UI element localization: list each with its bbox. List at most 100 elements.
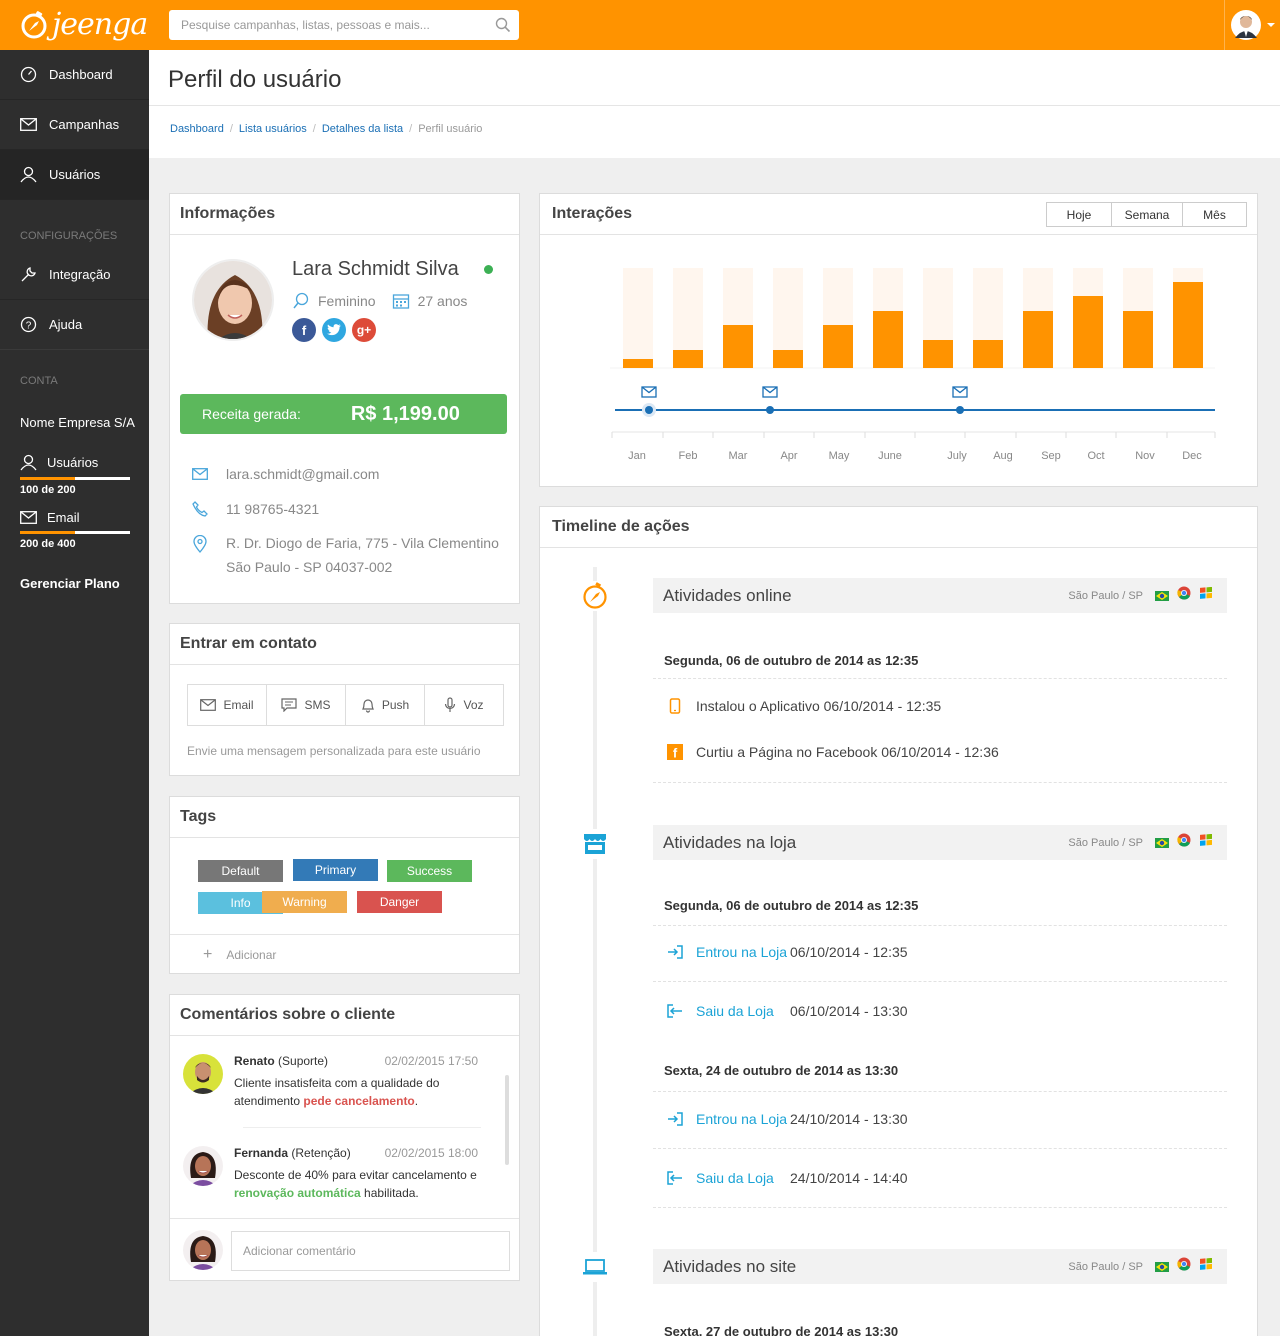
gender-search-icon	[293, 292, 309, 309]
tag-warning[interactable]: Warning	[262, 891, 347, 913]
interactions-panel: Interações Hoje Semana Mês Jan Feb Mar Apr M…	[539, 193, 1258, 487]
tick-label: Jan	[628, 450, 646, 462]
manage-plan-link[interactable]: Gerenciar Plano	[0, 576, 149, 591]
contact-panel: Entrar em contato Email SMS Push Voz Env…	[169, 623, 520, 776]
comment-date: 02/02/2015 18:00	[384, 1146, 478, 1160]
comment-input-row	[170, 1218, 519, 1280]
logo[interactable]: jeenga	[20, 9, 148, 41]
sidebar-item-label: Integração	[49, 267, 111, 282]
panel-title: Tags	[170, 797, 519, 838]
interactions-chart: Jan Feb Mar Apr May June July Aug Sep Oct Nov Dec	[610, 268, 1216, 462]
exit-icon	[666, 1171, 684, 1185]
tick-label: Feb	[679, 450, 698, 462]
bar-background	[623, 268, 653, 368]
sidebar-item-label: Ajuda	[49, 317, 83, 332]
timeline-action: f Curtiu a Página no Facebook 06/10/2014…	[666, 744, 999, 760]
sidebar-item-label: Dashboard	[49, 67, 113, 82]
tick-label: June	[878, 450, 902, 462]
facebook-icon[interactable]: f	[292, 318, 316, 342]
platform-icons	[1155, 1257, 1213, 1276]
comment-input[interactable]	[231, 1231, 510, 1271]
sidebar-item-usuarios[interactable]: Usuários	[0, 150, 149, 200]
tick-label: Aug	[993, 450, 1013, 462]
breadcrumb-lista-usuarios[interactable]: Lista usuários	[239, 123, 307, 135]
comments-scrollbar[interactable]	[505, 1075, 509, 1165]
bar-aug	[973, 340, 1003, 368]
timeline-title: Timeline de ações	[552, 518, 690, 535]
timeline-section-title: Atividades online	[663, 585, 792, 605]
sidebar-item-label: Campanhas	[49, 117, 120, 132]
sidebar-item-integracao[interactable]: Integração	[0, 250, 149, 300]
bar-sep	[1023, 311, 1053, 368]
contact-sms-button[interactable]: SMS	[267, 685, 346, 725]
panel-title: Timeline de ações	[540, 507, 1257, 548]
sidebar-item-dashboard[interactable]: Dashboard	[0, 50, 149, 100]
comment-text: Desconte de 40% para evitar cancelamento…	[234, 1168, 477, 1200]
timeline-action-text: Curtiu a Página no Facebook 06/10/2014 -…	[696, 744, 999, 760]
user-email[interactable]: lara.schmidt@gmail.com	[226, 462, 379, 486]
breadcrumb-dashboard[interactable]: Dashboard	[170, 123, 224, 135]
period-month-button[interactable]: Mês	[1183, 203, 1246, 226]
user-phone: 11 98765-4321	[226, 501, 320, 517]
timeline-action-link[interactable]: Entrou na Loja	[696, 1111, 790, 1127]
comment-author: Renato (Suporte)	[234, 1054, 329, 1068]
usage-bar	[20, 477, 130, 480]
contact-voice-button[interactable]: Voz	[425, 685, 503, 725]
sidebar-item-campanhas[interactable]: Campanhas	[0, 100, 149, 150]
contact-email-button[interactable]: Email	[188, 685, 267, 725]
twitter-icon[interactable]	[322, 318, 346, 342]
bell-icon	[361, 699, 374, 713]
bar-mar	[723, 325, 753, 368]
sidebar-item-ajuda[interactable]: ? Ajuda	[0, 300, 149, 350]
timeline-action-link[interactable]: Entrou na Loja	[696, 944, 790, 960]
user-avatar	[1230, 10, 1261, 40]
brazil-flag-icon	[1155, 837, 1169, 848]
account-header: CONTA	[20, 375, 58, 387]
search-input[interactable]	[169, 11, 487, 39]
bar-feb	[673, 350, 703, 368]
add-tag-label: Adicionar	[226, 947, 277, 962]
platform-icons	[1155, 833, 1213, 852]
period-today-button[interactable]: Hoje	[1047, 203, 1112, 226]
bar-july	[923, 340, 953, 368]
info-panel: Informações Lara Schmidt Silva Feminino …	[169, 193, 520, 604]
revenue-label: Receita gerada:	[202, 406, 301, 422]
tag-default[interactable]: Default	[198, 860, 283, 882]
period-week-button[interactable]: Semana	[1112, 203, 1183, 226]
search-box	[169, 10, 519, 40]
tag-primary[interactable]: Primary	[293, 859, 378, 881]
user-name: Lara Schmidt Silva	[292, 258, 459, 280]
chrome-icon	[1177, 833, 1191, 852]
timeline-action-time: 24/10/2014 - 13:30	[790, 1111, 908, 1127]
compass-logo-icon	[21, 11, 47, 39]
user-age: 27 anos	[417, 293, 468, 309]
contact-push-button[interactable]: Push	[346, 685, 425, 725]
timeline-action-link[interactable]: Saiu da Loja	[696, 1003, 790, 1019]
svg-text:f: f	[673, 746, 678, 761]
exit-icon	[666, 1004, 684, 1018]
search-icon[interactable]	[487, 17, 519, 33]
breadcrumb-detalhes-lista[interactable]: Detalhes da lista	[322, 123, 403, 135]
timeline-action: Instalou o Aplicativo 06/10/2014 - 12:35	[666, 698, 941, 714]
timeline-action-link[interactable]: Saiu da Loja	[696, 1170, 790, 1186]
tag-danger[interactable]: Danger	[357, 891, 442, 913]
user-menu[interactable]	[1224, 0, 1280, 50]
google-plus-icon[interactable]: g+	[352, 318, 376, 342]
add-tag-button[interactable]: + Adicionar	[170, 934, 519, 974]
avatar	[183, 1230, 223, 1270]
usage-count: 100 de 200	[20, 484, 76, 496]
comment-text: Cliente insatisfeita com a qualidade do …	[234, 1076, 440, 1108]
bar-nov	[1123, 311, 1153, 368]
period-toggle: Hoje Semana Mês	[1046, 202, 1247, 227]
tag-success[interactable]: Success	[387, 860, 472, 882]
online-status-dot	[484, 265, 493, 274]
page-header: Perfil do usuário Dashboard / Lista usuári…	[149, 50, 1280, 158]
timeline-location: São Paulo / SP	[1068, 1260, 1143, 1273]
timeline-date: Sexta, 27 de outubro de 2014 as 13:30	[664, 1324, 899, 1336]
wrench-icon	[21, 267, 36, 282]
usage-bar	[20, 531, 130, 534]
bar-june	[873, 311, 903, 368]
bar-oct	[1073, 296, 1103, 368]
laptop-icon	[580, 1252, 610, 1282]
usage-label: Email	[47, 510, 80, 525]
